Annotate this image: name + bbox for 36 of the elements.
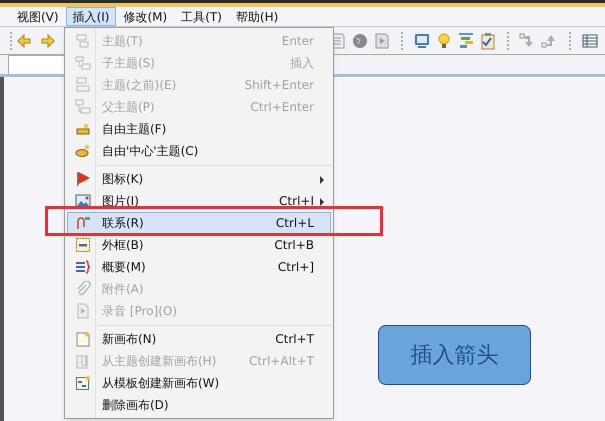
audio-icon[interactable] bbox=[373, 32, 391, 50]
menu-bar-item[interactable]: 帮助(H) bbox=[228, 7, 286, 26]
menu-item[interactable]: 联系(R) Ctrl+L bbox=[67, 212, 331, 234]
menu-item[interactable]: 新画布(N) Ctrl+T bbox=[67, 328, 331, 350]
menu-bar-item[interactable]: 视图(V) bbox=[10, 7, 66, 26]
menu-item[interactable]: 概要(M) Ctrl+] bbox=[67, 256, 331, 278]
monitor-icon[interactable] bbox=[413, 32, 431, 50]
floating-center-icon bbox=[75, 143, 91, 159]
globe-icon[interactable] bbox=[351, 32, 369, 50]
summary-icon bbox=[75, 259, 91, 275]
menu-bar-item[interactable]: 修改(M) bbox=[116, 7, 174, 26]
parent-topic-icon bbox=[75, 99, 91, 115]
menu-item[interactable]: 自由主题(F) bbox=[67, 118, 331, 140]
menu-item[interactable]: 删除画布(D) bbox=[67, 394, 331, 416]
topic-icon bbox=[75, 33, 91, 49]
boundary-icon bbox=[75, 237, 91, 253]
clipboard-icon[interactable] bbox=[479, 32, 497, 50]
gantt-icon[interactable] bbox=[457, 32, 475, 50]
paperclip-icon bbox=[75, 281, 91, 297]
menu-bar-item[interactable]: 插入(I) bbox=[66, 7, 116, 26]
relationship-icon bbox=[75, 215, 91, 231]
menu-item[interactable]: 图标(K) bbox=[67, 168, 331, 190]
menu-item[interactable]: 外框(B) Ctrl+B bbox=[67, 234, 331, 256]
flag-icon bbox=[75, 171, 91, 187]
table-icon[interactable] bbox=[581, 32, 599, 50]
menu-item[interactable]: 自由'中心'主题(C) bbox=[67, 140, 331, 162]
menu-item[interactable]: 从模板创建新画布(W) bbox=[67, 372, 331, 394]
image-icon bbox=[75, 193, 91, 209]
new-sheet-icon bbox=[75, 331, 91, 347]
audio-icon bbox=[75, 303, 91, 319]
template-sheet-icon bbox=[75, 375, 91, 391]
menu-bar-item[interactable]: 工具(T) bbox=[174, 7, 229, 26]
floating-topic-icon bbox=[75, 121, 91, 137]
topic-before-icon bbox=[75, 77, 91, 93]
subtopic-icon bbox=[75, 55, 91, 71]
menu-item[interactable]: 图片(I) Ctrl+I bbox=[67, 190, 331, 212]
